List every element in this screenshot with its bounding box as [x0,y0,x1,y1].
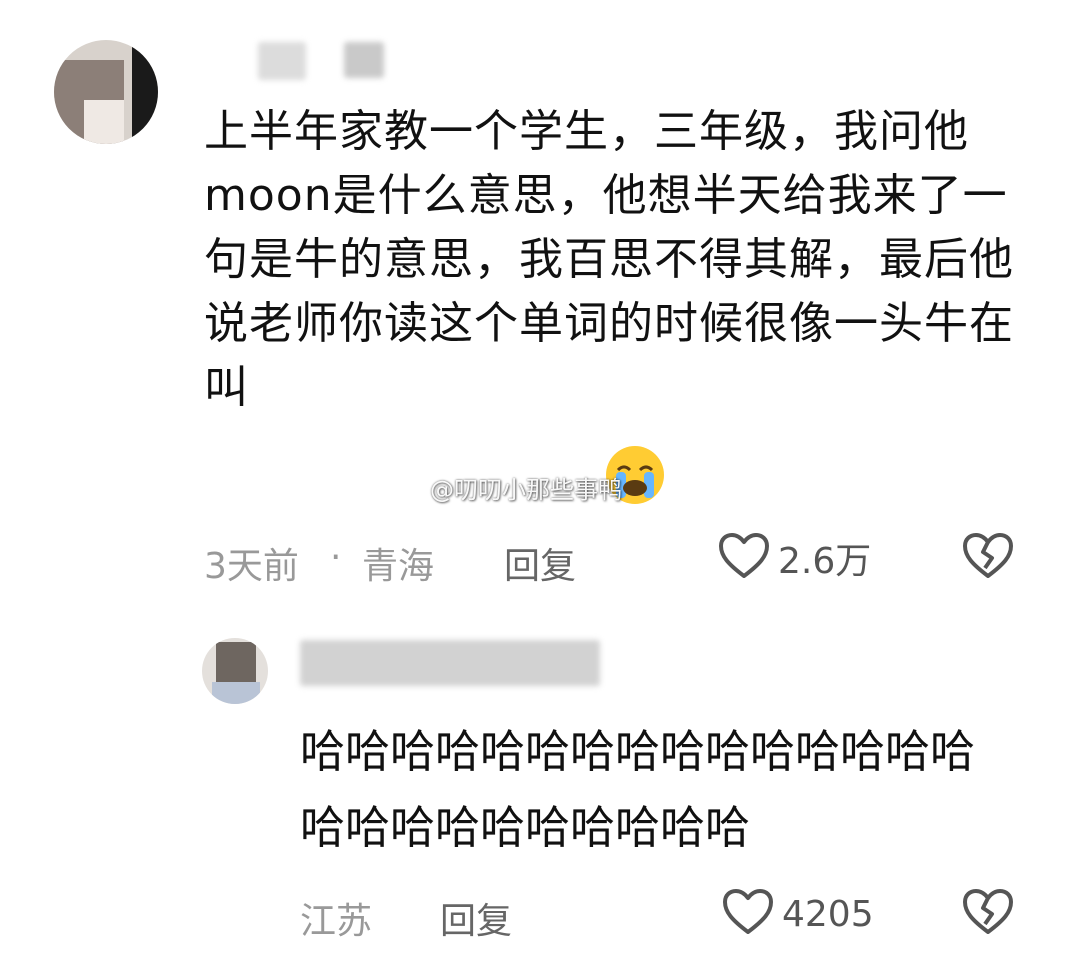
heart-outline-icon [722,888,774,940]
comment-item: 上半年家教一个学生，三年级，我问他moon是什么意思，他想半天给我来了一句是牛的… [0,0,1080,600]
meta-separator: · [330,537,342,578]
dislike-button[interactable] [962,888,1014,940]
like-button[interactable]: 2.6万 [718,532,871,584]
reply-item: 哈哈哈哈哈哈哈哈哈哈哈哈哈哈哈哈哈哈哈哈哈哈哈哈哈 江苏 回复 4205 [0,600,1080,976]
avatar[interactable] [54,40,158,144]
like-count: 2.6万 [778,541,872,582]
avatar[interactable] [202,638,268,704]
comment-text: 上半年家教一个学生，三年级，我问他moon是什么意思，他想半天给我来了一句是牛的… [204,106,1014,413]
reply-button[interactable]: 回复 [440,892,512,944]
heart-outline-icon [718,532,770,584]
comment-time: 3天前 [204,546,299,587]
reply-button[interactable]: 回复 [504,537,576,589]
broken-heart-icon [962,533,1014,584]
username-blurred[interactable] [344,42,384,78]
comment-text: 哈哈哈哈哈哈哈哈哈哈哈哈哈哈哈哈哈哈哈哈哈哈哈哈哈 [300,725,976,854]
like-button[interactable]: 4205 [722,888,874,940]
dislike-button[interactable] [962,532,1014,584]
like-count: 4205 [782,893,874,935]
broken-heart-icon [962,889,1014,940]
watermark: @叨叨小那些事鸭 [430,476,622,504]
username-blurred[interactable] [300,640,600,686]
username-blurred[interactable] [258,42,306,80]
comment-location: 江苏 [300,901,373,942]
comment-location: 青海 [362,546,435,587]
